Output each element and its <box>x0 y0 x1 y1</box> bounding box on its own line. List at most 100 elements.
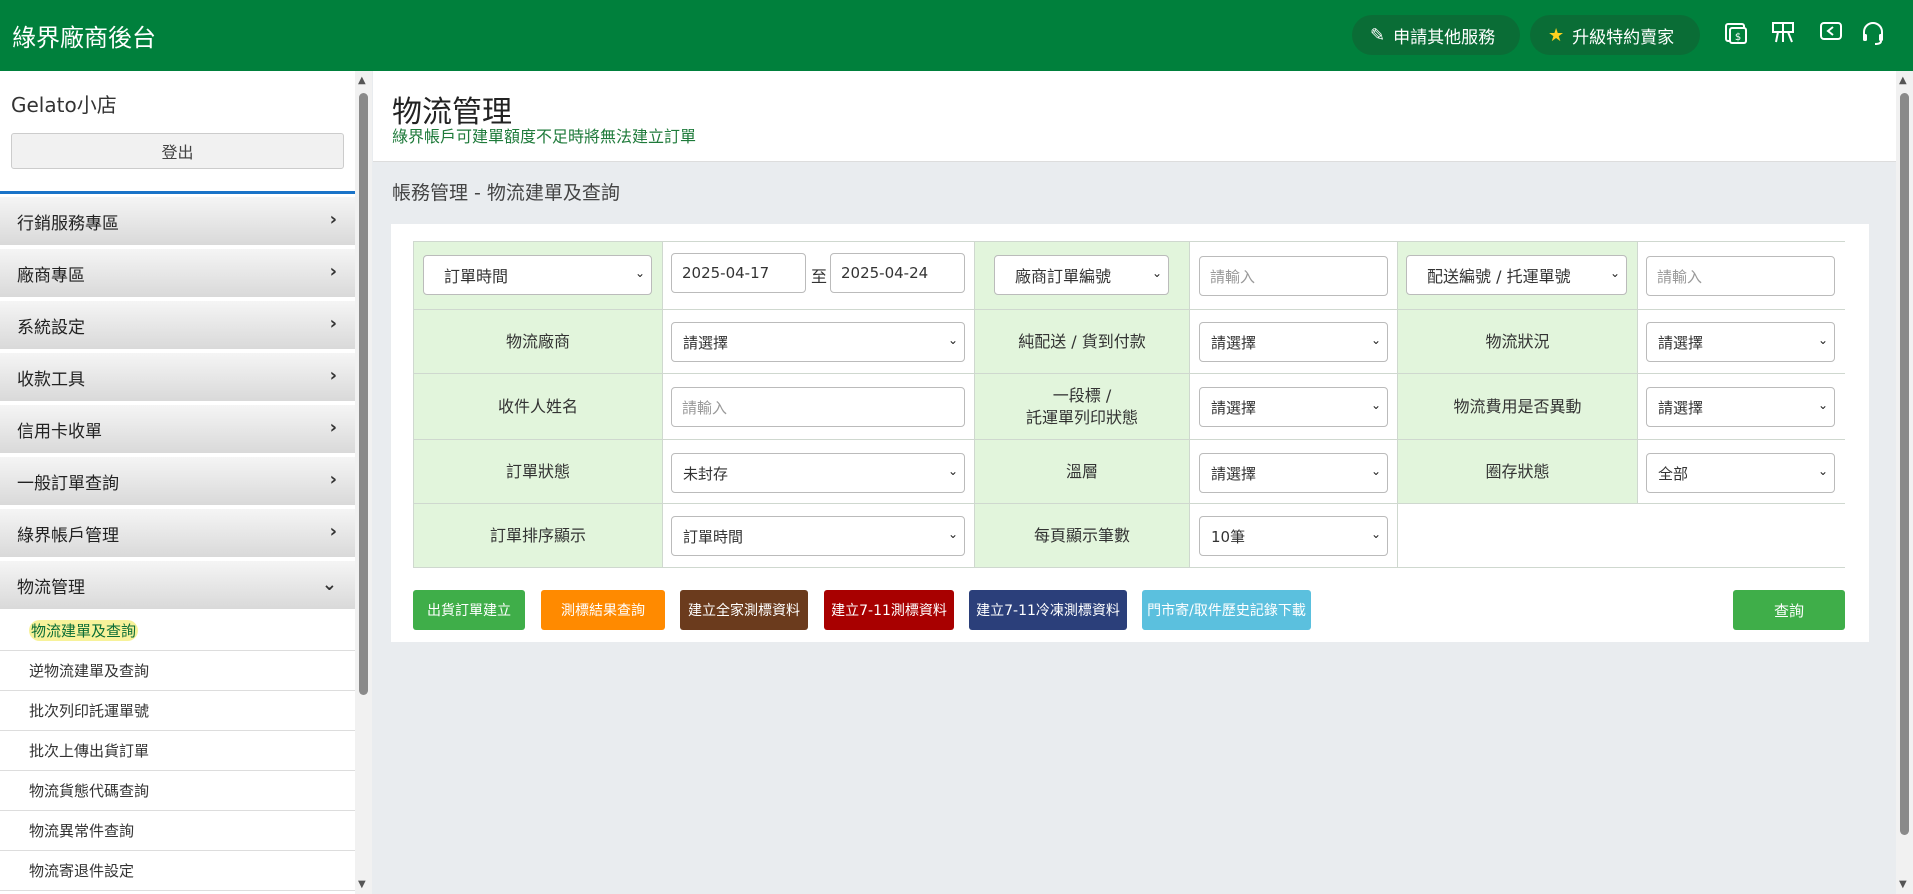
date-to-input[interactable]: 2025-04-24 <box>830 253 965 293</box>
apply-service-label: 申請其他服務 <box>1393 27 1496 48</box>
page-header: 物流管理 綠界帳戶可建單額度不足時將無法建立訂單 <box>373 71 1896 162</box>
chevron-down-icon: ⌄ <box>1609 266 1620 280</box>
ship-no-input[interactable]: 請輸入 <box>1646 256 1835 296</box>
menu-label: 行銷服務專區 <box>17 213 119 234</box>
headset-icon[interactable] <box>1858 20 1888 50</box>
print-status-select[interactable]: 請選擇 ⌄ <box>1199 387 1388 427</box>
print-status-label-line1: 一段標 / <box>1052 385 1112 405</box>
main-scroll-thumb[interactable] <box>1900 93 1909 835</box>
menu-label: 信用卡收單 <box>17 421 102 442</box>
menu-item-order-query[interactable]: 一般訂單查詢 › <box>0 457 355 507</box>
seven-test-button[interactable]: 建立7-11測標資料 <box>824 590 954 630</box>
date-range-separator: 至 <box>811 267 828 286</box>
sort-select[interactable]: 訂單時間 ⌄ <box>671 516 965 556</box>
sidebar-divider <box>0 191 355 194</box>
submenu-label: 批次列印託運單號 <box>29 702 150 720</box>
menu-item-marketing[interactable]: 行銷服務專區 › <box>0 197 355 247</box>
menu-label: 收款工具 <box>17 369 85 390</box>
chevron-right-icon: › <box>329 365 337 386</box>
chevron-down-icon: ⌄ <box>1370 398 1381 412</box>
star-icon: ★ <box>1548 24 1565 46</box>
submenu-batch-print[interactable]: 批次列印託運單號 <box>0 691 355 731</box>
back-icon[interactable] <box>1816 20 1846 50</box>
submenu-reverse-logistics[interactable]: 逆物流建單及查詢 <box>0 651 355 691</box>
menu-item-payment-tools[interactable]: 收款工具 › <box>0 353 355 403</box>
chevron-down-icon: ⌄ <box>1817 464 1828 478</box>
store-history-button[interactable]: 門市寄/取件歷史記錄下載 <box>1142 590 1311 630</box>
sidebar-scroll-thumb[interactable] <box>359 93 368 695</box>
edit-document-icon: ✎ <box>1370 24 1386 46</box>
menu-item-vendor[interactable]: 廠商專區 › <box>0 249 355 299</box>
ship-no-type-value: 配送編號 / 托運單號 <box>1427 267 1571 286</box>
print-status-value: 請選擇 <box>1211 398 1257 417</box>
upgrade-button[interactable]: ★ 升級特約賣家 <box>1530 15 1700 55</box>
seven-frozen-test-button[interactable]: 建立7-11冷凍測標資料 <box>969 590 1127 630</box>
sidebar-scrollbar[interactable]: ▲ ▼ <box>355 71 372 894</box>
chevron-right-icon: › <box>329 261 337 282</box>
date-type-select[interactable]: 訂單時間 ⌄ <box>423 255 652 295</box>
submenu-label: 逆物流建單及查詢 <box>29 662 150 680</box>
page-notice: 綠界帳戶可建單額度不足時將無法建立訂單 <box>392 127 697 146</box>
logistics-vendor-label: 物流廠商 <box>414 310 663 374</box>
logistics-vendor-select[interactable]: 請選擇 ⌄ <box>671 322 965 362</box>
create-order-button[interactable]: 出貨訂單建立 <box>413 590 525 630</box>
empty-cell <box>1398 504 1845 567</box>
per-page-select[interactable]: 10筆 ⌄ <box>1199 516 1388 556</box>
submenu-label: 物流寄退件設定 <box>29 862 135 880</box>
menu-label: 系統設定 <box>17 317 85 338</box>
chevron-down-icon: ⌄ <box>634 266 645 280</box>
order-no-type-select[interactable]: 廠商訂單編號 ⌄ <box>994 255 1169 295</box>
pure-delivery-select[interactable]: 請選擇 ⌄ <box>1199 322 1388 362</box>
chevron-right-icon: › <box>329 313 337 334</box>
pure-delivery-value: 請選擇 <box>1211 333 1257 352</box>
temp-select[interactable]: 請選擇 ⌄ <box>1199 453 1388 493</box>
submenu-status-code[interactable]: 物流貨態代碼查詢 <box>0 771 355 811</box>
print-status-label: 一段標 / 託運單列印狀態 <box>975 374 1190 440</box>
receiver-input[interactable]: 請輸入 <box>671 387 965 427</box>
menu-label: 綠界帳戶管理 <box>17 525 119 546</box>
scroll-down-icon[interactable]: ▼ <box>358 879 366 890</box>
top-header: 綠界廠商後台 ✎ 申請其他服務 ★ 升級特約賣家 $ <box>0 0 1913 71</box>
menu-label: 一般訂單查詢 <box>17 473 119 494</box>
date-from-input[interactable]: 2025-04-17 <box>671 253 806 293</box>
order-status-select[interactable]: 未封存 ⌄ <box>671 453 965 493</box>
query-button[interactable]: 查詢 <box>1733 590 1845 630</box>
apply-service-button[interactable]: ✎ 申請其他服務 <box>1352 15 1520 55</box>
logistics-status-select[interactable]: 請選擇 ⌄ <box>1646 322 1835 362</box>
breadcrumb: 帳務管理 - 物流建單及查詢 <box>392 182 620 204</box>
scroll-up-icon[interactable]: ▲ <box>358 75 366 86</box>
date-type-value: 訂單時間 <box>444 267 509 286</box>
order-no-input[interactable]: 請輸入 <box>1199 256 1388 296</box>
archive-select[interactable]: 全部 ⌄ <box>1646 453 1835 493</box>
store-icon[interactable] <box>1768 20 1798 50</box>
scroll-up-icon[interactable]: ▲ <box>1899 75 1907 86</box>
main-scrollbar[interactable]: ▲ ▼ <box>1896 71 1913 894</box>
menu-item-account[interactable]: 綠界帳戶管理 › <box>0 509 355 559</box>
chevron-down-icon: ⌄ <box>947 333 958 347</box>
scroll-down-icon[interactable]: ▼ <box>1899 879 1907 890</box>
brand-title[interactable]: 綠界廠商後台 <box>12 18 156 53</box>
logout-button[interactable]: 登出 <box>11 133 344 169</box>
menu-item-credit-card[interactable]: 信用卡收單 › <box>0 405 355 455</box>
invoice-icon[interactable]: $ <box>1721 20 1751 50</box>
receiver-label: 收件人姓名 <box>414 374 663 440</box>
family-test-button[interactable]: 建立全家測標資料 <box>680 590 808 630</box>
test-result-button[interactable]: 測標結果查詢 <box>541 590 665 630</box>
shop-name: Gelato小店 <box>11 93 117 117</box>
submenu-batch-upload[interactable]: 批次上傳出貨訂單 <box>0 731 355 771</box>
ship-no-type-select[interactable]: 配送編號 / 托運單號 ⌄ <box>1406 255 1627 295</box>
submenu-label: 物流建單及查詢 <box>29 620 139 641</box>
fee-change-select[interactable]: 請選擇 ⌄ <box>1646 387 1835 427</box>
menu-item-system-settings[interactable]: 系統設定 › <box>0 301 355 351</box>
submenu-label: 物流貨態代碼查詢 <box>29 782 150 800</box>
submenu-label: 物流異常件查詢 <box>29 822 135 840</box>
chevron-down-icon: ⌄ <box>1151 266 1162 280</box>
menu-label: 物流管理 <box>17 577 85 598</box>
menu-item-logistics[interactable]: 物流管理 ⌄ <box>0 561 355 611</box>
submenu-exception[interactable]: 物流異常件查詢 <box>0 811 355 851</box>
chevron-right-icon: › <box>329 417 337 438</box>
submenu-return-settings[interactable]: 物流寄退件設定 <box>0 851 355 891</box>
submenu-logistics-order[interactable]: 物流建單及查詢 <box>0 611 355 651</box>
order-status-value: 未封存 <box>683 464 729 483</box>
chevron-right-icon: › <box>329 209 337 230</box>
